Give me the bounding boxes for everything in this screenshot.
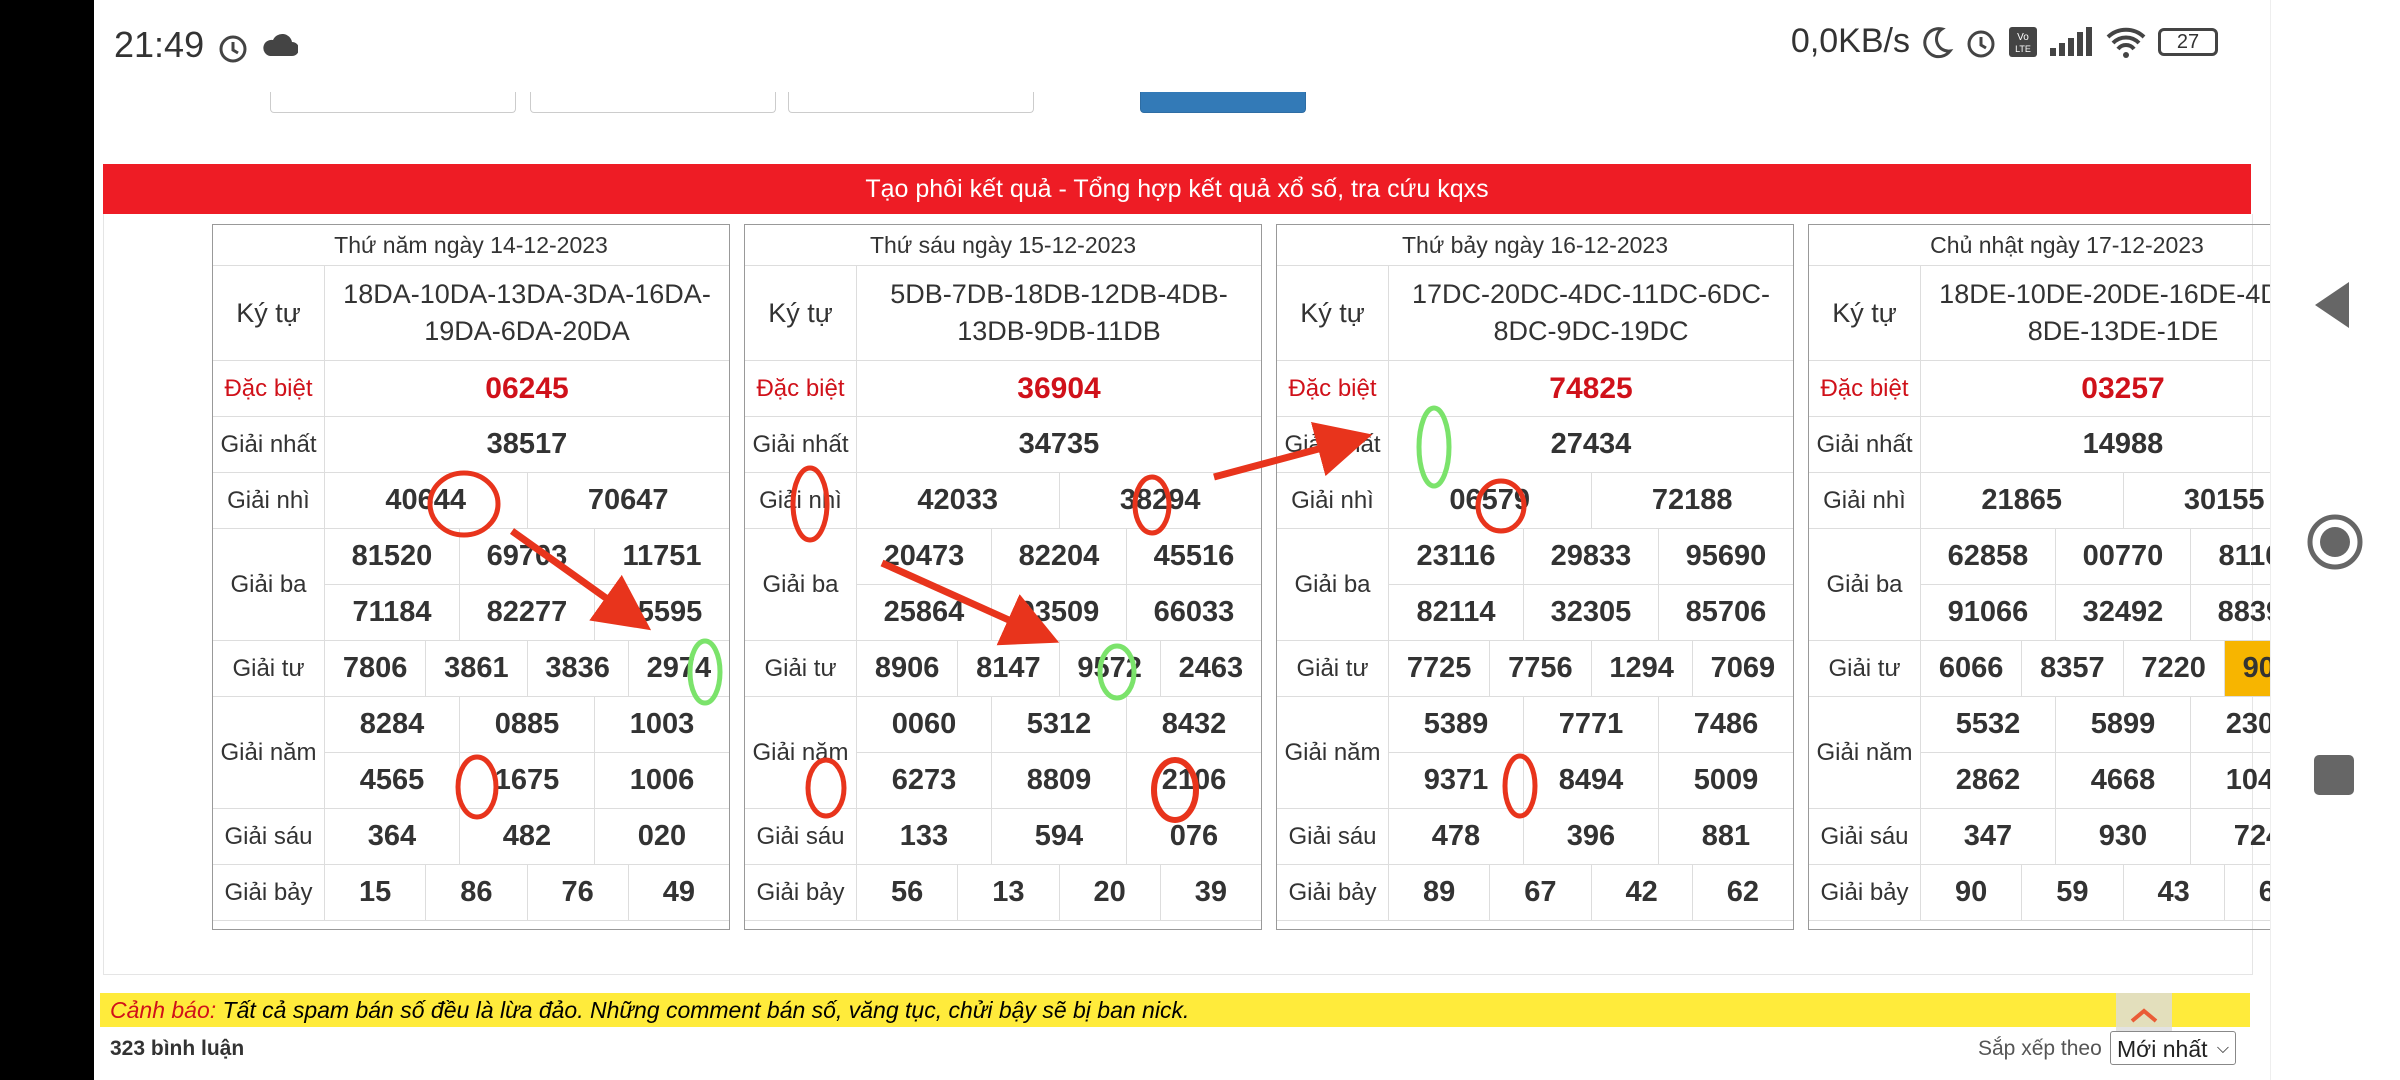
volte-icon: VoLTE bbox=[2009, 26, 2037, 57]
svg-text:Vo: Vo bbox=[2017, 32, 2029, 43]
recents-icon[interactable] bbox=[2313, 754, 2355, 796]
sort-select[interactable]: Mới nhất ⌵ bbox=[2110, 1031, 2236, 1065]
sort-value: Mới nhất bbox=[2117, 1036, 2208, 1062]
cloud-icon bbox=[263, 33, 298, 56]
svg-text:LTE: LTE bbox=[2015, 44, 2031, 54]
scroll-top-button[interactable] bbox=[2116, 993, 2172, 1031]
result-table-border bbox=[744, 224, 1262, 930]
result-table-border bbox=[1808, 224, 2270, 930]
sort-label: Sắp xếp theo bbox=[1978, 1037, 2102, 1060]
battery-level: 27 bbox=[2176, 30, 2200, 53]
android-nav-bar bbox=[2270, 0, 2400, 1080]
result-table-border bbox=[212, 224, 730, 930]
chevron-up-icon bbox=[2130, 1008, 2158, 1023]
status-bar: 21:49 0,0KB/s Vo LTE 27 bbox=[94, 0, 2270, 92]
page-title: Tạo phôi kết quả - Tổng hợp kết quả xổ s… bbox=[103, 164, 2251, 214]
warning-keyword: Cảnh báo: bbox=[110, 997, 217, 1023]
chevron-down-icon: ⌵ bbox=[2216, 1040, 2229, 1057]
back-icon[interactable] bbox=[2311, 280, 2351, 330]
wifi-icon bbox=[2106, 27, 2146, 58]
clock: 21:49 bbox=[114, 24, 205, 65]
result-table-border bbox=[1276, 224, 1794, 930]
warning-banner: Cảnh báo: Tất cả spam bán số đều là lừa … bbox=[100, 993, 2250, 1027]
home-icon[interactable] bbox=[2305, 512, 2365, 572]
comment-count: 323 bình luận bbox=[110, 1037, 245, 1060]
moon-icon bbox=[1923, 26, 1954, 58]
battery-icon: 27 bbox=[2158, 27, 2218, 56]
status-right: 0,0KB/s Vo LTE 27 bbox=[1791, 22, 2218, 61]
alarm-icon bbox=[1967, 30, 1995, 57]
signal-icon bbox=[2050, 26, 2092, 56]
alarm-icon bbox=[219, 35, 247, 63]
phone-screen: 21:49 0,0KB/s Vo LTE 27 Tạo phôi kết quả … bbox=[94, 0, 2270, 1080]
warning-text: Tất cả spam bán số đều là lừa đảo. Những… bbox=[216, 997, 1190, 1023]
net-speed: 0,0KB/s bbox=[1790, 22, 1910, 60]
